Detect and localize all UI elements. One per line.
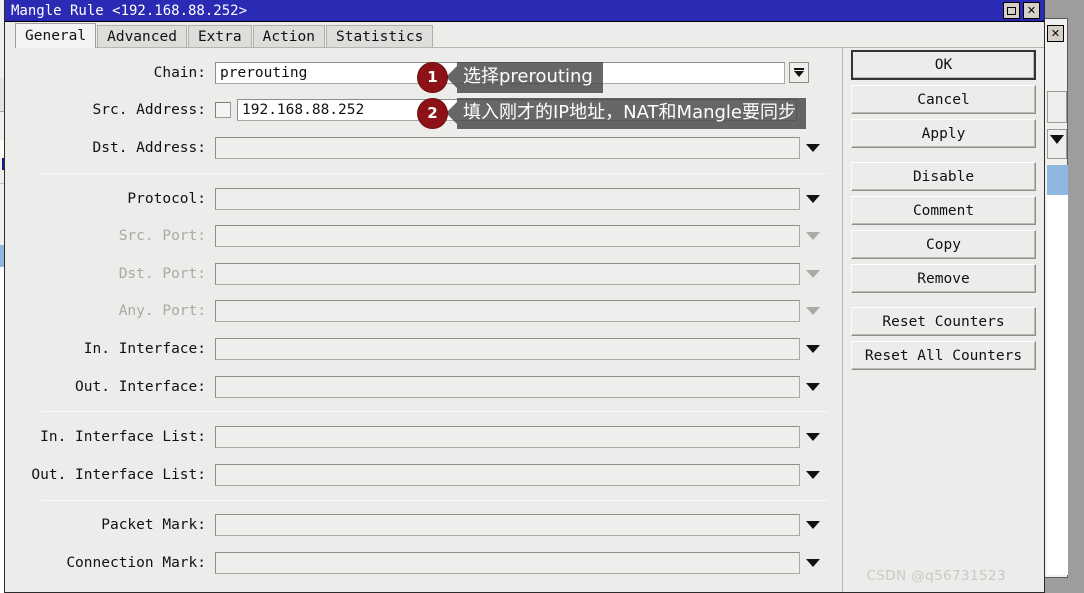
- ok-button[interactable]: OK: [851, 50, 1036, 80]
- input-src-address[interactable]: 192.168.88.252: [237, 99, 797, 122]
- dialog-body: Chain: prerouting Src. Address: 192.168.88.…: [5, 48, 1044, 592]
- form-row-protocol: Protocol:: [5, 180, 842, 218]
- maximize-icon[interactable]: [1003, 2, 1020, 19]
- chevron-down-icon-dst-address[interactable]: [806, 143, 820, 152]
- form-row-dst-port: Dst. Port:: [5, 255, 842, 293]
- background-window-right: ✕: [1044, 18, 1068, 578]
- dialog-titlebar: Mangle Rule <192.168.88.252> ✕: [5, 0, 1044, 22]
- input-in-interface-list[interactable]: [215, 426, 800, 449]
- label-in-interface-list: In. Interface List:: [40, 429, 206, 446]
- tab-bar: General Advanced Extra Action Statistics: [5, 22, 1044, 49]
- chevron-down-icon-dst-port: [806, 269, 820, 278]
- mangle-rule-dialog: Mangle Rule <192.168.88.252> ✕ General Ad…: [4, 0, 1045, 593]
- form-row-dst-address: Dst. Address:: [5, 129, 842, 167]
- checkbox-src-address[interactable]: [215, 102, 231, 119]
- label-src-port: Src. Port:: [118, 228, 206, 245]
- label-packet-mark: Packet Mark:: [101, 517, 206, 534]
- reset-all-counters-button[interactable]: Reset All Counters: [851, 341, 1036, 370]
- label-dst-port: Dst. Port:: [118, 265, 206, 282]
- chevron-down-icon-in-interface[interactable]: [806, 344, 820, 353]
- label-src-address: Src. Address:: [92, 102, 207, 119]
- close-icon[interactable]: ✕: [1023, 2, 1040, 19]
- chevron-down-icon-connection-mark[interactable]: [806, 558, 820, 567]
- form-row-any-port: Any. Port:: [5, 293, 842, 331]
- remove-button[interactable]: Remove: [851, 264, 1036, 293]
- tab-extra[interactable]: Extra: [187, 25, 252, 49]
- comment-button[interactable]: Comment: [851, 196, 1036, 225]
- form-row-in-interface: In. Interface:: [5, 330, 842, 368]
- input-connection-mark[interactable]: [215, 551, 800, 574]
- form-row-out-interface-list: Out. Interface List:: [5, 456, 842, 494]
- label-dst-address: Dst. Address:: [92, 139, 207, 156]
- form-row-src-port: Src. Port:: [5, 217, 842, 255]
- form-row-connection-mark: Connection Mark:: [5, 544, 842, 582]
- cancel-button[interactable]: Cancel: [851, 85, 1036, 114]
- label-out-interface: Out. Interface:: [75, 378, 206, 395]
- bg-field-1: [1047, 91, 1067, 123]
- dialog-title: Mangle Rule <192.168.88.252>: [11, 2, 248, 19]
- label-out-interface-list: Out. Interface List:: [31, 466, 206, 483]
- apply-button[interactable]: Apply: [851, 119, 1036, 148]
- tab-statistics[interactable]: Statistics: [326, 25, 434, 49]
- general-form-pane: Chain: prerouting Src. Address: 192.168.88.…: [5, 48, 843, 592]
- window-controls: ✕: [1003, 2, 1040, 19]
- dropdown-button-chain[interactable]: [789, 62, 809, 84]
- desktop-right-margin: [1068, 0, 1084, 593]
- bg-caret-icon: [1050, 135, 1064, 144]
- form-row-chain: Chain: prerouting: [5, 54, 842, 92]
- action-button-pane: OK Cancel Apply Disable Comment Copy Remove Res…: [843, 48, 1044, 592]
- form-row-in-interface-list: In. Interface List:: [5, 418, 842, 456]
- chevron-down-icon-packet-mark[interactable]: [806, 521, 820, 530]
- button-group-gap: [851, 153, 1036, 162]
- copy-button[interactable]: Copy: [851, 230, 1036, 259]
- form-separator: [41, 172, 828, 174]
- bg-field-2: [1047, 129, 1067, 159]
- input-any-port: [215, 300, 800, 323]
- tab-advanced[interactable]: Advanced: [97, 25, 187, 49]
- form-row-out-interface: Out. Interface:: [5, 368, 842, 406]
- bg-list: [1047, 195, 1068, 575]
- chevron-down-icon-out-interface-list[interactable]: [806, 470, 820, 479]
- form-separator: [41, 411, 828, 413]
- input-out-interface-list[interactable]: [215, 463, 800, 486]
- bg-close-icon[interactable]: ✕: [1047, 25, 1064, 42]
- chevron-down-icon-out-interface[interactable]: [806, 382, 820, 391]
- chevron-down-icon-in-interface-list[interactable]: [806, 433, 820, 442]
- label-chain: Chain:: [153, 64, 206, 81]
- form-row-src-address: Src. Address: 192.168.88.252: [5, 92, 842, 130]
- input-chain[interactable]: prerouting: [215, 61, 785, 84]
- input-dst-port: [215, 262, 800, 285]
- form-separator: [41, 499, 828, 501]
- reset-counters-button[interactable]: Reset Counters: [851, 307, 1036, 336]
- tab-general[interactable]: General: [15, 23, 97, 48]
- form-row-packet-mark: Packet Mark:: [5, 507, 842, 545]
- input-out-interface[interactable]: [215, 375, 800, 398]
- watermark: CSDN @q56731523: [866, 568, 1006, 584]
- bg-selection: [1047, 165, 1068, 195]
- label-connection-mark: Connection Mark:: [66, 554, 206, 571]
- tab-action[interactable]: Action: [252, 25, 325, 49]
- label-any-port: Any. Port:: [118, 303, 206, 320]
- input-protocol[interactable]: [215, 187, 800, 210]
- chevron-down-icon-protocol[interactable]: [806, 194, 820, 203]
- input-src-port: [215, 225, 800, 248]
- chevron-down-icon-any-port: [806, 307, 820, 316]
- button-group-gap: [851, 298, 1036, 307]
- input-packet-mark[interactable]: [215, 514, 800, 537]
- input-dst-address[interactable]: [215, 136, 800, 159]
- input-in-interface[interactable]: [215, 337, 800, 360]
- disable-button[interactable]: Disable: [851, 162, 1036, 191]
- chevron-down-icon-src-port: [806, 232, 820, 241]
- label-protocol: Protocol:: [127, 190, 206, 207]
- label-in-interface: In. Interface:: [83, 340, 206, 357]
